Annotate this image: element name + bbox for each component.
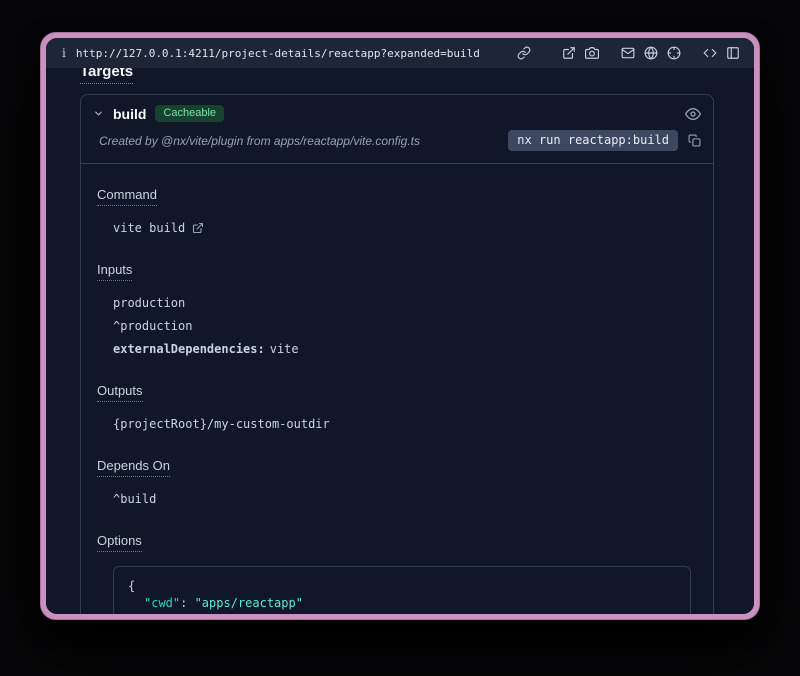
layout-icon[interactable] (726, 46, 740, 60)
mail-icon[interactable] (621, 46, 635, 60)
copy-icon[interactable] (688, 134, 701, 147)
input-external-deps: externalDependencies: vite (113, 341, 697, 357)
camera-icon[interactable] (585, 46, 599, 60)
browser-window: i http://127.0.0.1:4211/project-details/… (40, 32, 760, 620)
command-value-row: vite build (113, 220, 697, 236)
crosshair-icon[interactable] (667, 46, 681, 60)
build-card-subheader: Created by @nx/vite/plugin from apps/rea… (81, 129, 713, 164)
command-heading[interactable]: Command (97, 187, 157, 206)
code-line: } (128, 612, 676, 614)
depends-on-heading[interactable]: Depends On (97, 458, 170, 477)
depends-on-item: ^build (113, 491, 697, 507)
project-details-content: Targets build Cacheable Created by @nx/v… (46, 68, 754, 614)
external-link-icon[interactable] (192, 222, 204, 234)
external-deps-label: externalDependencies: (113, 342, 265, 356)
chevron-down-icon[interactable] (93, 108, 104, 119)
input-item: production (113, 295, 697, 311)
code-value: "apps/reactapp" (195, 596, 303, 610)
run-command-chip: nx run reactapp:build (508, 130, 678, 151)
created-by-text: Created by @nx/vite/plugin from apps/rea… (99, 134, 498, 148)
share-icon[interactable] (562, 46, 576, 60)
code-line: "cwd": "apps/reactapp" (128, 595, 676, 612)
section-command: Command vite build (97, 186, 697, 236)
window-inner: i http://127.0.0.1:4211/project-details/… (46, 38, 754, 614)
section-options: Options { "cwd": "apps/reactapp" } (97, 532, 697, 614)
code-key: "cwd" (144, 596, 180, 610)
section-outputs: Outputs {projectRoot}/my-custom-outdir (97, 382, 697, 432)
globe-icon[interactable] (644, 46, 658, 60)
target-card-build: build Cacheable Created by @nx/vite/plug… (80, 94, 714, 614)
address-url[interactable]: http://127.0.0.1:4211/project-details/re… (76, 47, 517, 60)
titlebar-icons (517, 46, 740, 60)
cacheable-badge: Cacheable (155, 105, 224, 122)
command-value: vite build (113, 220, 185, 236)
section-inputs: Inputs production ^production externalDe… (97, 261, 697, 357)
info-icon: i (62, 46, 66, 60)
eye-icon[interactable] (685, 106, 701, 122)
inputs-heading[interactable]: Inputs (97, 262, 132, 281)
section-depends-on: Depends On ^build (97, 457, 697, 507)
build-card-header[interactable]: build Cacheable (81, 95, 713, 129)
options-code-block: { "cwd": "apps/reactapp" } (113, 566, 691, 614)
output-item: {projectRoot}/my-custom-outdir (113, 416, 697, 432)
code-line: { (128, 578, 676, 595)
code-sep: : (180, 596, 194, 610)
build-card-body: Command vite build Inputs production (81, 164, 713, 614)
code-icon[interactable] (703, 46, 717, 60)
input-item: ^production (113, 318, 697, 334)
link-icon[interactable] (517, 46, 531, 60)
options-heading[interactable]: Options (97, 533, 142, 552)
outputs-heading[interactable]: Outputs (97, 383, 143, 402)
external-deps-value: vite (270, 342, 299, 356)
browser-titlebar: i http://127.0.0.1:4211/project-details/… (46, 38, 754, 68)
page-title: Targets (80, 68, 714, 80)
build-target-name: build (113, 106, 146, 122)
